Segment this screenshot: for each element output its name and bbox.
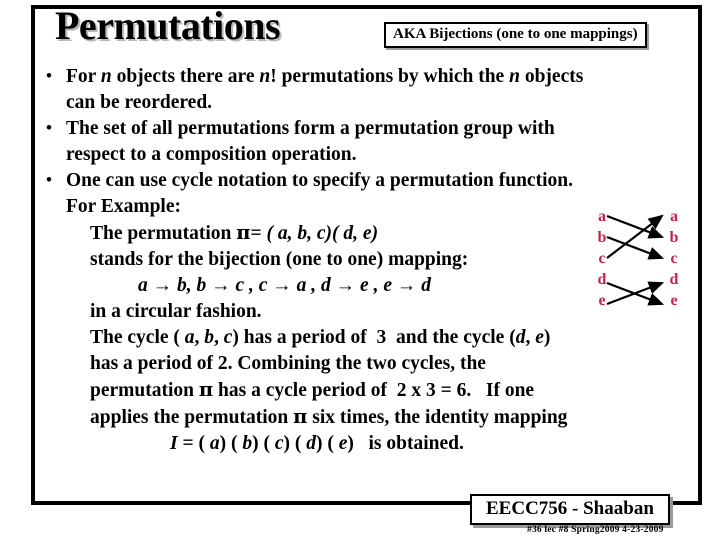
bullet-1-line-2: can be reordered. xyxy=(66,92,213,113)
codomain-letter-e: e xyxy=(670,292,678,309)
course-footer-badge: EECC756 - Shaaban xyxy=(470,494,670,525)
permutation-label: The permutation xyxy=(90,223,232,244)
bullet-2-line-2: respect to a composition operation. xyxy=(66,144,357,165)
arrow-b-to-c xyxy=(606,235,665,260)
title-block: Permutations xyxy=(55,3,385,51)
codomain-letter-b: b xyxy=(669,229,679,246)
domain-letter-b: b xyxy=(597,229,607,246)
example-cycle-period-line-3: permutation π has a cycle period of 2 x … xyxy=(90,378,535,401)
codomain-letter-c: c xyxy=(670,250,678,267)
example-identity-line: I = ( a) ( b) ( c) ( d) ( e) is obtained… xyxy=(170,433,464,454)
domain-letter-a: a xyxy=(598,208,606,225)
mapping-codomain-column: a b c d e xyxy=(666,206,682,311)
aka-subtitle-badge: AKA Bijections (one to one mappings) xyxy=(384,22,647,48)
domain-letter-c: c xyxy=(598,250,606,267)
page-title: Permutations xyxy=(55,3,281,48)
bullet-list: For n objects there are n! permutations … xyxy=(40,63,695,194)
bijection-mapping-diagram: a b c d e a b c d e xyxy=(590,206,690,332)
equals-sign: = xyxy=(250,223,262,244)
domain-letter-d: d xyxy=(597,271,607,288)
list-item: For n objects there are n! permutations … xyxy=(40,63,695,116)
bullet-2-line-1: The set of all permutations form a permu… xyxy=(66,118,555,139)
cycle-notation: ( a, b, c)( d, e) xyxy=(266,223,379,244)
codomain-letter-d: d xyxy=(669,271,679,288)
list-item: The set of all permutations form a permu… xyxy=(40,115,695,168)
list-item: One can use cycle notation to specify a … xyxy=(40,167,695,194)
domain-letter-e: e xyxy=(598,292,606,309)
pi-symbol: π xyxy=(236,221,251,244)
example-cycle-period-line-4: applies the permutation π six times, the… xyxy=(90,405,568,428)
arrow-a-to-b xyxy=(606,214,665,239)
bullet-1-line-1: For n objects there are n! permutations … xyxy=(66,66,584,87)
codomain-letter-a: a xyxy=(670,208,678,225)
mapping-domain-column: a b c d e xyxy=(594,206,610,311)
example-cycle-period-line-2: has a period of 2. Combining the two cyc… xyxy=(90,353,486,374)
bullet-3-line-1: One can use cycle notation to specify a … xyxy=(66,170,573,191)
arrow-c-to-a xyxy=(606,214,664,259)
footer-meta-text: #36 lec #8 Spring2009 4-23-2009 xyxy=(527,525,664,535)
